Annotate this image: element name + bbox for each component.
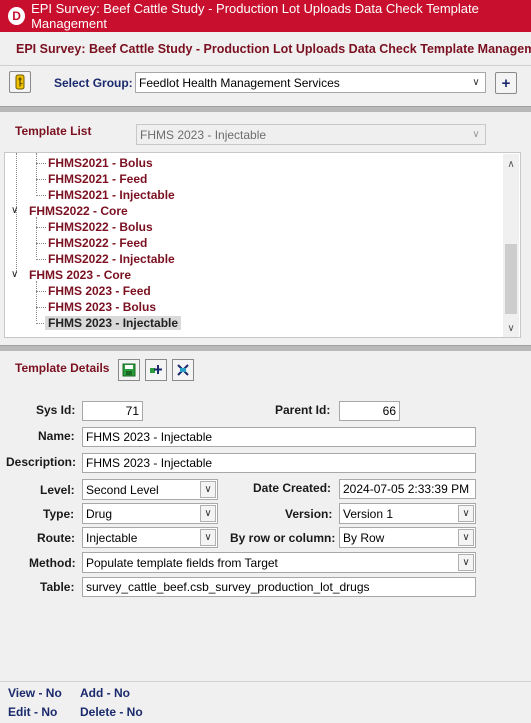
delete-button[interactable] (172, 359, 194, 381)
tree-item[interactable]: FHMS 2023 - Core (29, 268, 131, 282)
chevron-down-icon: ∨ (458, 529, 474, 546)
tree-item[interactable]: FHMS2022 - Injectable (48, 252, 175, 266)
parent-id-label: Parent Id: (275, 403, 331, 417)
tree-item[interactable]: FHMS2021 - Injectable (48, 188, 175, 202)
tree-connector (36, 227, 46, 228)
chevron-down-icon: ∨ (458, 505, 474, 522)
edit-permission: Edit - No (8, 705, 58, 719)
scrollbar-thumb[interactable] (505, 244, 517, 314)
add-node-icon (150, 365, 162, 374)
tree-connector (36, 195, 46, 196)
chevron-down-icon: ∨ (200, 481, 216, 498)
type-select-value: Drug (86, 506, 113, 521)
tree-scrollbar[interactable]: ∧ ∨ (503, 154, 519, 337)
level-select[interactable]: Second Level ∨ (82, 479, 218, 500)
tree-item[interactable]: FHMS2021 - Feed (48, 172, 147, 186)
version-select-value: Version 1 (343, 506, 394, 521)
chevron-down-icon: ∨ (458, 554, 474, 571)
table-label: Table: (40, 580, 75, 594)
view-permission: View - No (8, 686, 62, 700)
tree-item[interactable]: FHMS2022 - Core (29, 204, 128, 218)
page-header: EPI Survey: Beef Cattle Study - Producti… (0, 32, 531, 66)
page-title: EPI Survey: Beef Cattle Study - Producti… (16, 41, 531, 56)
template-details-label: Template Details (15, 361, 110, 375)
route-select-value: Injectable (86, 530, 138, 545)
group-select[interactable]: Feedlot Health Management Services ∨ (135, 72, 486, 93)
template-tree[interactable]: FHMS2021 - Bolus FHMS2021 - Feed FHMS202… (4, 152, 521, 338)
key-icon (15, 74, 25, 90)
description-field[interactable]: FHMS 2023 - Injectable (82, 453, 476, 473)
date-created-field[interactable]: 2024-07-05 2:33:39 PM (339, 479, 476, 499)
save-icon (122, 363, 136, 377)
level-select-value: Second Level (86, 482, 159, 497)
tree-item[interactable]: FHMS2021 - Bolus (48, 156, 153, 170)
tree-connector (36, 259, 46, 260)
type-select[interactable]: Drug ∨ (82, 503, 218, 524)
sys-id-field[interactable]: 71 (82, 401, 143, 421)
section-divider[interactable] (0, 106, 531, 112)
template-select: FHMS 2023 - Injectable ∨ (136, 124, 486, 145)
permissions-footer: View - No Add - No Edit - No Delete - No (0, 681, 531, 723)
by-row-select-value: By Row (343, 530, 385, 545)
chevron-down-icon: ∨ (200, 529, 216, 546)
type-label: Type: (43, 507, 75, 521)
tree-item-selected[interactable]: FHMS 2023 - Injectable (45, 316, 182, 330)
tree-item[interactable]: FHMS2022 - Feed (48, 236, 147, 250)
window-title: EPI Survey: Beef Cattle Study - Producti… (31, 1, 479, 31)
date-created-label: Date Created: (253, 481, 332, 495)
chevron-down-icon[interactable]: ∨ (11, 269, 18, 280)
name-label: Name: (38, 429, 75, 443)
group-select-value: Feedlot Health Management Services (139, 75, 340, 90)
section-divider[interactable] (0, 345, 531, 351)
route-label: Route: (37, 531, 75, 545)
tree-connector (36, 179, 46, 180)
tree-connector (36, 217, 37, 257)
tree-connector (36, 153, 37, 193)
chevron-down-icon[interactable]: ∨ (11, 205, 18, 216)
chevron-down-icon: ∨ (472, 129, 480, 140)
chevron-down-icon: ∨ (200, 505, 216, 522)
description-label: Description: (6, 455, 77, 469)
save-button[interactable] (118, 359, 140, 381)
tree-connector (36, 163, 46, 164)
tree-connector (36, 243, 46, 244)
tree-connector (36, 323, 44, 324)
method-select-value: Populate template fields from Target (86, 555, 278, 570)
name-field[interactable]: FHMS 2023 - Injectable (82, 427, 476, 447)
template-select-value: FHMS 2023 - Injectable (140, 127, 267, 142)
by-row-or-column-select[interactable]: By Row ∨ (339, 527, 476, 548)
sys-id-label: Sys Id: (36, 403, 76, 417)
chevron-down-icon: ∨ (472, 77, 480, 88)
scroll-up-icon[interactable]: ∧ (503, 156, 519, 172)
add-permission: Add - No (80, 686, 130, 700)
tree-item[interactable]: FHMS 2023 - Feed (48, 284, 151, 298)
tree-connector (36, 291, 46, 292)
plus-icon: + (501, 74, 511, 92)
route-select[interactable]: Injectable ∨ (82, 527, 218, 548)
template-list-label: Template List (15, 124, 92, 138)
key-button[interactable] (9, 71, 31, 93)
tree-item[interactable]: FHMS 2023 - Bolus (48, 300, 156, 314)
by-row-or-column-label: By row or column: (230, 531, 336, 545)
version-label: Version: (285, 507, 333, 521)
delete-permission: Delete - No (80, 705, 143, 719)
add-child-button[interactable] (145, 359, 167, 381)
method-select[interactable]: Populate template fields from Target ∨ (82, 552, 476, 573)
add-group-button[interactable]: + (495, 72, 517, 94)
level-label: Level: (40, 483, 75, 497)
delete-node-icon (177, 364, 189, 376)
app-icon: D (8, 7, 26, 25)
tree-connector (36, 281, 37, 321)
table-field[interactable]: survey_cattle_beef.csb_survey_production… (82, 577, 476, 597)
scroll-down-icon[interactable]: ∨ (503, 320, 519, 336)
select-group-label: Select Group: (54, 76, 133, 90)
parent-id-field[interactable]: 66 (339, 401, 400, 421)
version-select[interactable]: Version 1 ∨ (339, 503, 476, 524)
tree-connector (36, 307, 46, 308)
tree-item[interactable]: FHMS2022 - Bolus (48, 220, 153, 234)
window-titlebar: D EPI Survey: Beef Cattle Study - Produc… (0, 0, 531, 32)
method-label: Method: (29, 556, 76, 570)
